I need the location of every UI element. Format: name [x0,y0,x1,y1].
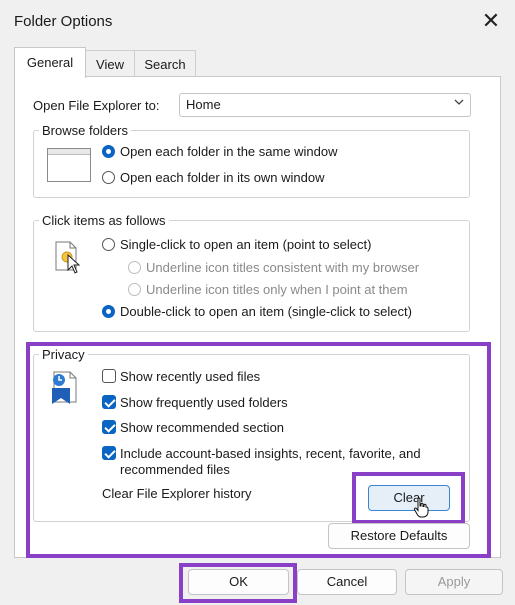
chevron-down-icon [454,99,464,105]
underline-browser-label: Underline icon titles consistent with my… [146,260,420,275]
frequent-folders-label: Show frequently used folders [120,395,288,410]
single-click-label: Single-click to open an item (point to s… [120,237,372,252]
recommended-section-label: Show recommended section [120,420,285,435]
browse-folders-group [33,130,470,198]
restore-defaults-button[interactable]: Restore Defaults [328,523,470,549]
radio-own-window[interactable] [102,171,115,184]
browse-folders-legend: Browse folders [39,123,131,138]
open-to-value: Home [186,97,221,112]
radio-single-click[interactable] [102,238,115,251]
pointer-click-icon [55,241,81,274]
same-window-label: Open each folder in the same window [120,144,338,159]
clear-button[interactable]: Clear [368,485,450,511]
checkbox-frequent-folders[interactable] [102,395,116,409]
open-to-label: Open File Explorer to: [33,98,160,113]
clear-history-label: Clear File Explorer history [102,486,252,501]
account-insights-label-line2: recommended files [120,462,230,477]
underline-point-label: Underline icon titles only when I point … [146,282,408,297]
apply-button[interactable]: Apply [405,569,503,595]
own-window-label: Open each folder in its own window [120,170,325,185]
ok-button[interactable]: OK [188,569,289,595]
window-title: Folder Options [14,13,113,30]
double-click-label: Double-click to open an item (single-cli… [120,304,412,319]
click-items-legend: Click items as follows [39,213,169,228]
recent-files-label: Show recently used files [120,369,261,384]
radio-underline-browser[interactable] [128,261,141,274]
open-to-dropdown[interactable]: Home [179,93,471,117]
radio-double-click[interactable] [102,305,115,318]
checkbox-account-insights[interactable] [102,446,116,460]
window-preview-icon [47,148,91,182]
privacy-legend: Privacy [39,347,88,362]
radio-same-window[interactable] [102,145,115,158]
tab-search[interactable]: Search [134,50,196,76]
tab-view[interactable]: View [84,50,136,76]
checkbox-recommended-section[interactable] [102,420,116,434]
checkbox-recent-files[interactable] [102,369,116,383]
account-insights-label-line1: Include account-based insights, recent, … [120,446,421,461]
radio-underline-point[interactable] [128,283,141,296]
close-icon[interactable]: ✕ [478,8,504,34]
tab-general[interactable]: General [14,47,86,78]
privacy-shield-icon [52,371,77,404]
hand-cursor-icon [413,497,429,518]
cancel-button[interactable]: Cancel [297,569,397,595]
